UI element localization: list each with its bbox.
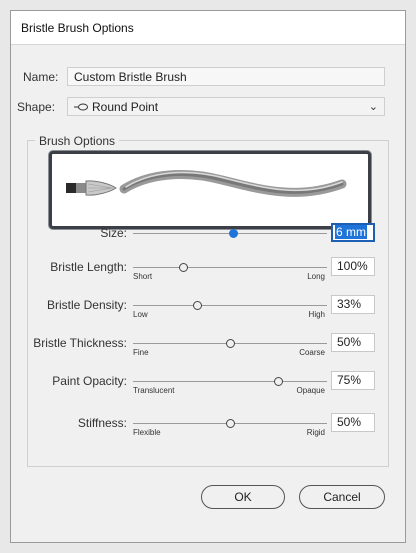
name-input[interactable]: Custom Bristle Brush — [67, 67, 385, 86]
slider-knob-bristle-density[interactable] — [192, 301, 202, 310]
slider-label-paint-opacity: Paint Opacity: — [52, 374, 127, 388]
name-label: Name: — [23, 70, 59, 84]
ok-button[interactable]: OK — [201, 485, 285, 509]
slider-value-text: 100% — [337, 259, 368, 273]
slider-value-text: 75% — [337, 373, 362, 387]
chevron-down-icon: ⌄ — [368, 101, 378, 113]
brush-options-title: Brush Options — [35, 134, 120, 148]
title-bar: Bristle Brush Options — [11, 11, 405, 45]
cancel-button[interactable]: Cancel — [299, 485, 385, 509]
slider-knob-paint-opacity[interactable] — [274, 377, 283, 386]
slider-value-field-stiffness[interactable]: 50% — [331, 413, 375, 432]
slider-max-label: Coarse — [299, 348, 325, 357]
slider-knob-bristle-length[interactable] — [178, 263, 188, 272]
slider-track-paint-opacity[interactable] — [133, 381, 327, 382]
slider-value-text: 33% — [337, 297, 362, 311]
slider-track-bristle-density[interactable] — [133, 305, 327, 306]
slider-label-size: Size: — [100, 226, 127, 240]
slider-value-text: 6 mm — [335, 225, 367, 239]
slider-track-bristle-length[interactable] — [133, 267, 327, 268]
shape-select[interactable]: Round Point ⌄ — [67, 97, 385, 116]
slider-max-label: Rigid — [306, 428, 325, 437]
slider-min-label: Translucent — [133, 386, 175, 395]
slider-knob-bristle-thickness[interactable] — [225, 339, 235, 348]
round-point-shape-icon — [74, 103, 88, 110]
slider-label-stiffness: Stiffness: — [77, 416, 127, 430]
slider-value-field-size[interactable]: 6 mm — [331, 223, 375, 242]
slider-min-label: Flexible — [133, 428, 161, 437]
slider-value-field-bristle-density[interactable]: 33% — [331, 295, 375, 314]
slider-min-label: Short — [133, 272, 153, 281]
brush-stroke-preview — [66, 170, 347, 197]
shape-select-value: Round Point — [92, 99, 159, 114]
slider-max-label: Opaque — [296, 386, 325, 395]
bristle-brush-options-dialog: Bristle Brush Options Name: Custom Brist… — [10, 10, 406, 543]
slider-max-label: Long — [307, 272, 325, 281]
slider-label-bristle-density: Bristle Density: — [46, 298, 127, 312]
bristle-brush-icon — [66, 180, 117, 196]
window-title: Bristle Brush Options — [21, 20, 134, 35]
slider-min-label: Fine — [133, 348, 149, 357]
slider-value-text: 50% — [337, 415, 362, 429]
slider-value-text: 50% — [337, 335, 362, 349]
slider-label-bristle-length: Bristle Length: — [50, 260, 127, 274]
slider-label-bristle-thickness: Bristle Thickness: — [33, 336, 127, 350]
shape-label: Shape: — [17, 100, 56, 114]
slider-value-field-paint-opacity[interactable]: 75% — [331, 371, 375, 390]
slider-value-field-bristle-thickness[interactable]: 50% — [331, 333, 375, 352]
slider-knob-stiffness[interactable] — [225, 419, 235, 428]
slider-min-label: Low — [133, 310, 148, 319]
slider-max-label: High — [308, 310, 325, 319]
slider-value-field-bristle-length[interactable]: 100% — [331, 257, 375, 276]
brush-preview — [49, 151, 371, 229]
